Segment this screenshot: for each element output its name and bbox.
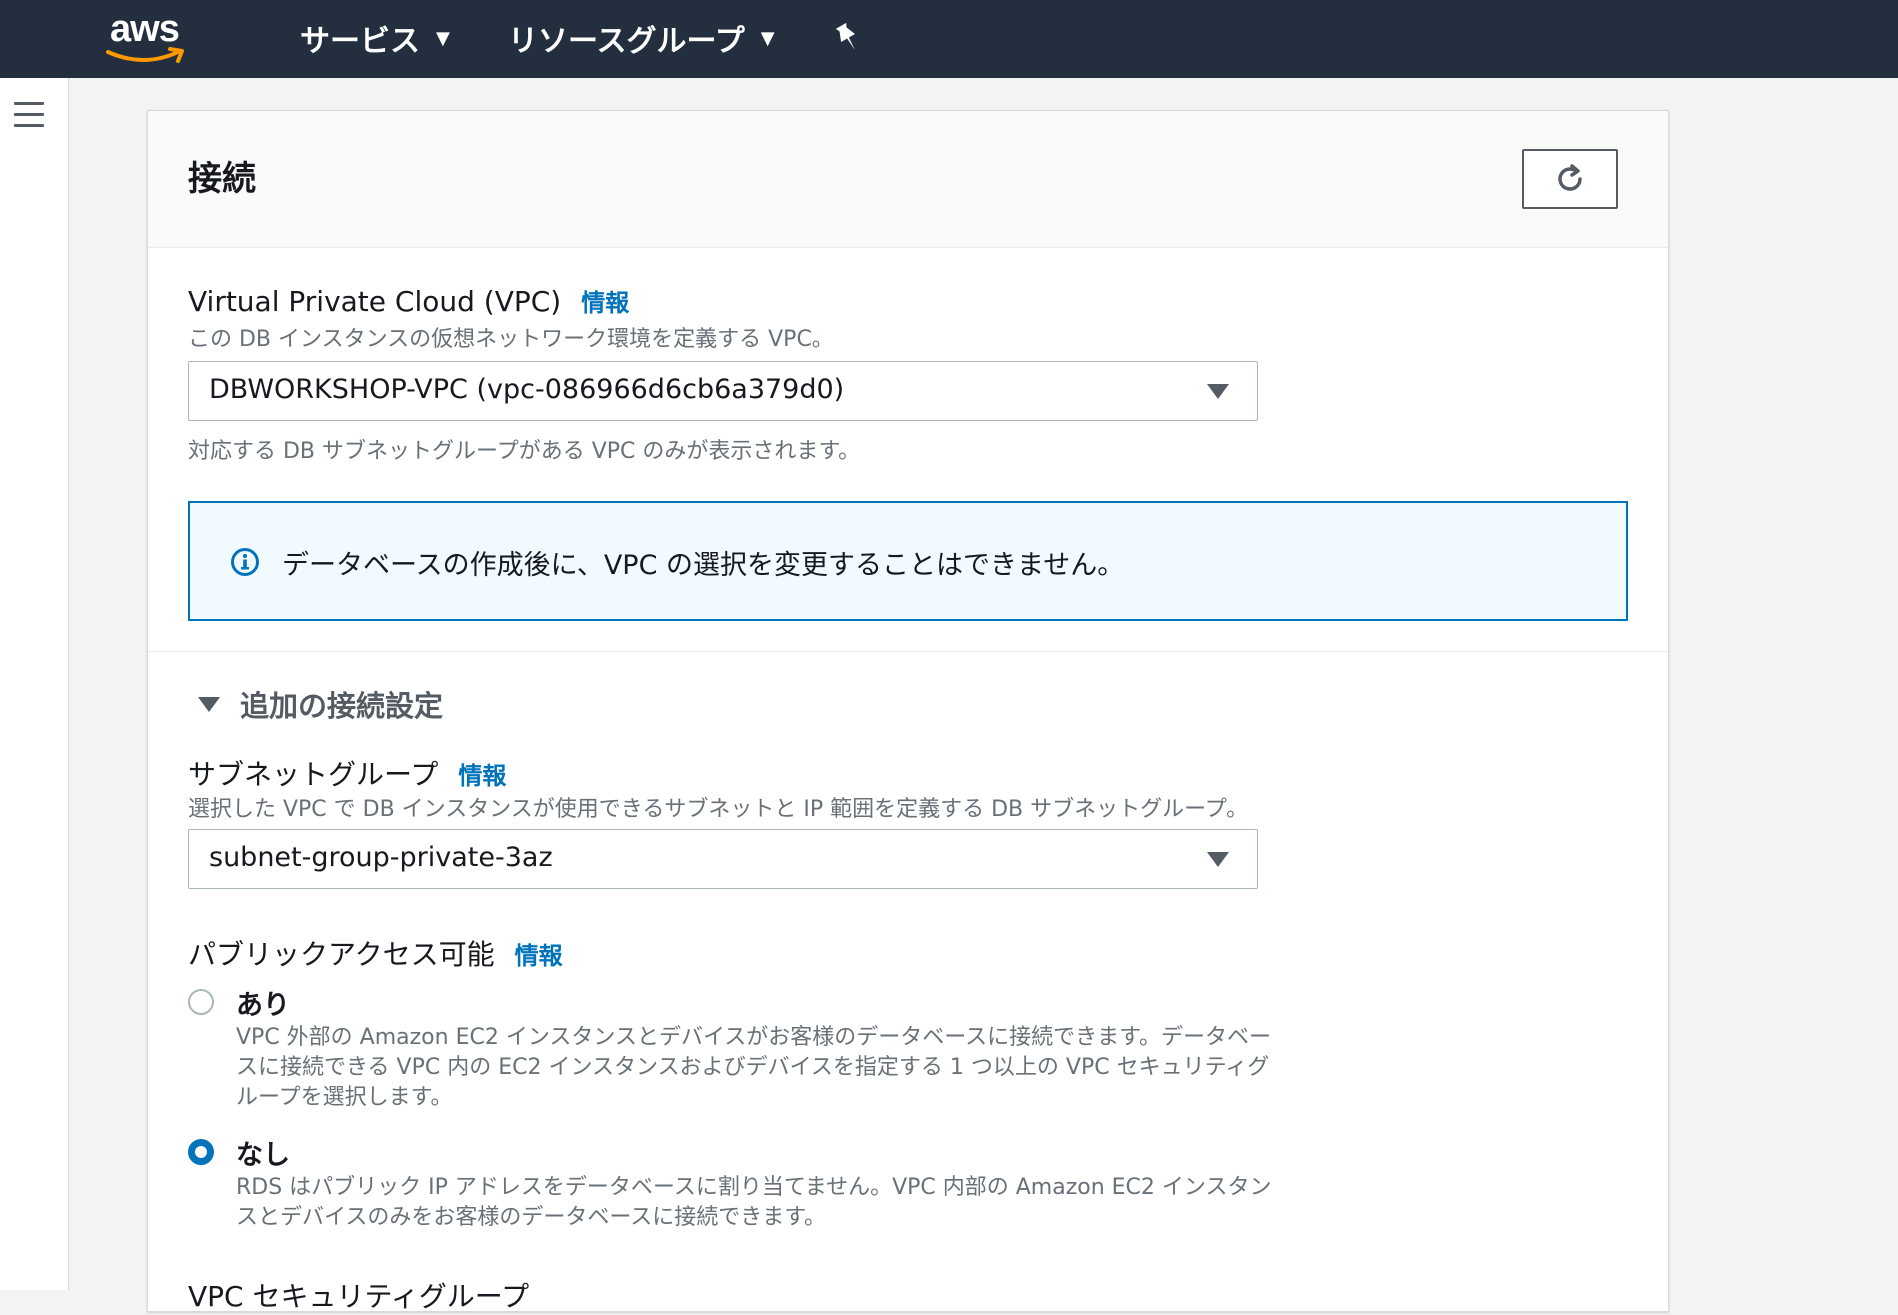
subnet-select-value: subnet-group-private-3az [209, 842, 553, 873]
vpc-description: この DB インスタンスの仮想ネットワーク環境を定義する VPC。 [188, 327, 834, 352]
vpc-select[interactable]: DBWORKSHOP-VPC (vpc-086966d6cb6a379d0) [188, 361, 1258, 421]
nav-resource-groups-label: リソースグループ [508, 24, 745, 59]
dropdown-arrow-icon [1207, 852, 1229, 867]
public-access-label-row: パブリックアクセス可能 情報 [188, 933, 563, 973]
info-alert: データベースの作成後に、VPC の選択を変更することはできません。 [188, 501, 1628, 621]
refresh-button[interactable] [1522, 149, 1618, 209]
additional-settings-expander[interactable]: 追加の接続設定 [198, 683, 443, 725]
subnet-info-link[interactable]: 情報 [458, 756, 506, 791]
left-sidebar [0, 78, 69, 1290]
pin-icon[interactable] [830, 20, 866, 56]
public-access-yes-label[interactable]: あり [236, 983, 290, 1022]
nav-services-label: サービス [300, 24, 420, 59]
subnet-group-select[interactable]: subnet-group-private-3az [188, 829, 1258, 889]
public-access-no-description: RDS はパブリック IP アドレスをデータベースに割り当てません。VPC 内部… [236, 1175, 1272, 1230]
additional-settings-title: 追加の接続設定 [240, 689, 444, 723]
subnet-label: サブネットグループ [188, 758, 439, 791]
nav-services-menu[interactable]: サービス ▼ [300, 18, 450, 59]
top-navigation-bar: aws サービス ▼ リソースグループ ▼ [0, 0, 1898, 78]
public-access-yes-radio[interactable] [188, 989, 214, 1015]
chevron-down-icon: ▼ [760, 27, 775, 49]
public-access-no-radio[interactable] [188, 1139, 214, 1165]
chevron-down-icon: ▼ [436, 27, 450, 49]
public-access-no-label[interactable]: なし [236, 1133, 290, 1172]
nav-resource-groups-menu[interactable]: リソースグループ ▼ [508, 18, 775, 59]
section-divider [148, 651, 1668, 652]
vpc-label-row: Virtual Private Cloud (VPC) 情報 [188, 283, 629, 318]
connectivity-panel: 接続 Virtual Private Cloud (VPC) 情報 この DB … [147, 110, 1669, 1313]
refresh-icon [1558, 164, 1582, 191]
public-access-yes-description: VPC 外部の Amazon EC2 インスタンスとデバイスがお客様のデータベー… [236, 1025, 1271, 1110]
aws-smile-icon [106, 47, 184, 63]
public-access-label: パブリックアクセス可能 [188, 938, 495, 971]
subnet-description: 選択した VPC で DB インスタンスが使用できるサブネットと IP 範囲を定… [188, 797, 1249, 822]
vpc-label: Virtual Private Cloud (VPC) [188, 285, 562, 318]
info-icon [231, 548, 259, 576]
vpc-info-link[interactable]: 情報 [581, 283, 629, 318]
menu-icon[interactable] [14, 102, 44, 130]
aws-logo-text: aws [110, 8, 180, 50]
caret-down-icon [198, 696, 220, 712]
panel-header: 接続 [148, 111, 1668, 248]
dropdown-arrow-icon [1207, 384, 1229, 399]
alert-text: データベースの作成後に、VPC の選択を変更することはできません。 [282, 550, 1125, 581]
security-group-label: VPC セキュリティグループ [188, 1280, 530, 1313]
public-access-info-link[interactable]: 情報 [515, 936, 563, 971]
vpc-hint: 対応する DB サブネットグループがある VPC のみが表示されます。 [188, 439, 861, 464]
vpc-select-value: DBWORKSHOP-VPC (vpc-086966d6cb6a379d0) [209, 374, 845, 405]
subnet-label-row: サブネットグループ 情報 [188, 753, 506, 793]
aws-logo[interactable]: aws [106, 8, 196, 70]
page-title: 接続 [188, 159, 256, 199]
